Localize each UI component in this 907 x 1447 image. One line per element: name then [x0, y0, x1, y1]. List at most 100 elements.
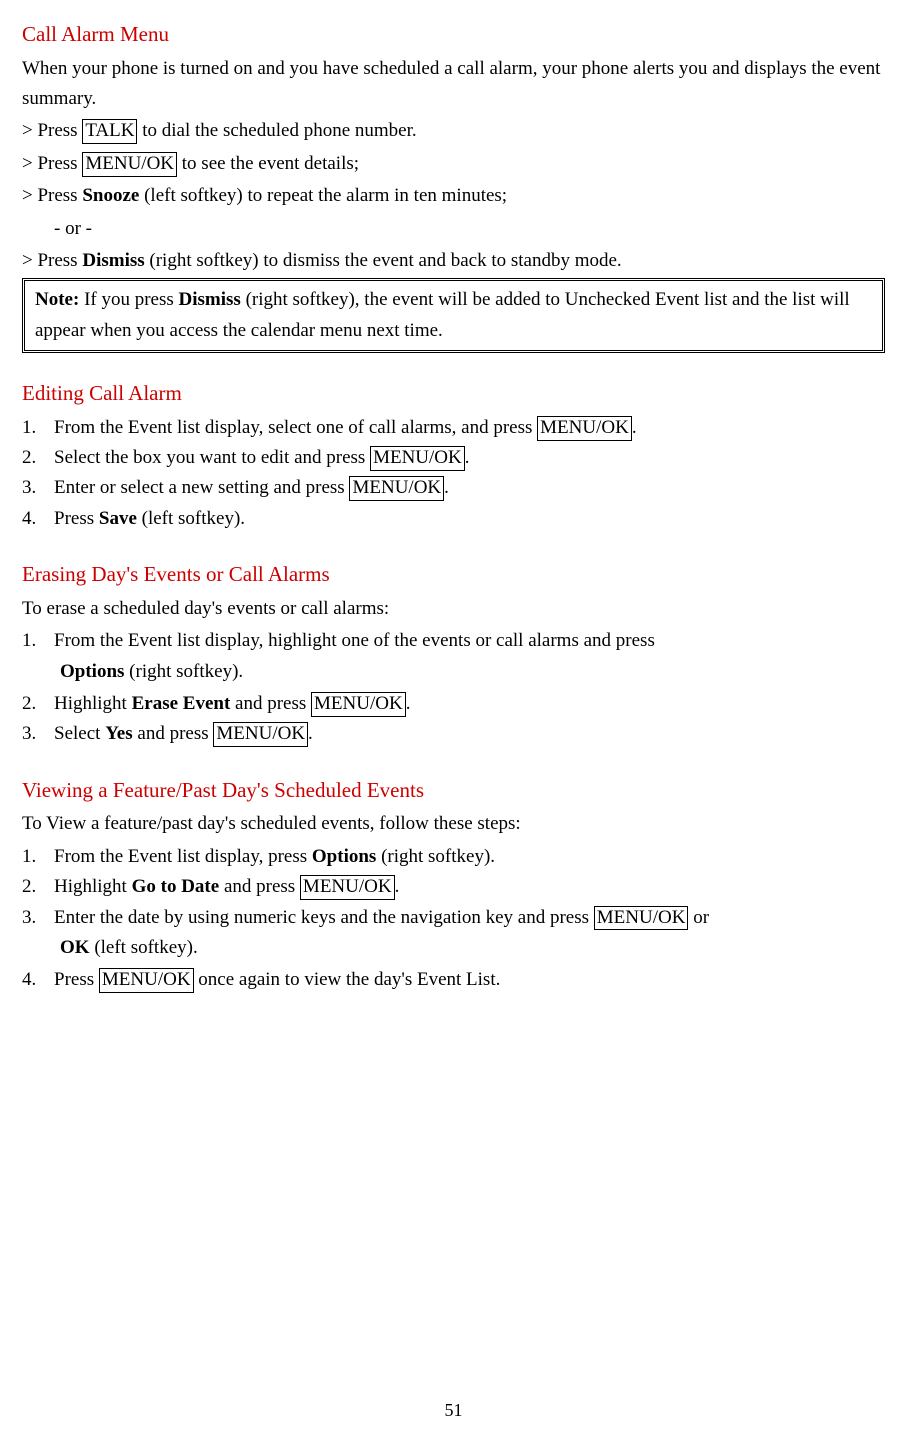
- text: .: [406, 693, 411, 714]
- list-item: 3. Enter the date by using numeric keys …: [22, 903, 885, 933]
- list-item: 4. Press MENU/OK once again to view the …: [22, 965, 885, 995]
- intro-text: When your phone is turned on and you hav…: [22, 54, 885, 115]
- intro-text: To View a feature/past day's scheduled e…: [22, 809, 885, 839]
- text: > Press: [22, 120, 82, 141]
- list-content: From the Event list display, select one …: [54, 413, 885, 443]
- instruction-line: > Press Dismiss (right softkey) to dismi…: [22, 246, 885, 276]
- softkey-dismiss: Dismiss: [179, 289, 241, 310]
- text: > Press: [22, 185, 82, 206]
- key-talk: TALK: [82, 119, 137, 144]
- text: Press: [54, 969, 99, 990]
- text: If you press: [79, 289, 178, 310]
- key-menuok: MENU/OK: [82, 152, 177, 177]
- list-content: Enter or select a new setting and press …: [54, 473, 885, 503]
- list-num: 2.: [22, 872, 54, 902]
- note-label: Note:: [35, 289, 79, 310]
- list-content: Enter the date by using numeric keys and…: [54, 903, 885, 933]
- key-menuok: MENU/OK: [594, 906, 689, 931]
- text: Enter or select a new setting and press: [54, 477, 349, 498]
- text: and press: [219, 876, 300, 897]
- text: Enter the date by using numeric keys and…: [54, 907, 594, 928]
- option-yes: Yes: [105, 723, 132, 744]
- text: (right softkey) to dismiss the event and…: [145, 250, 622, 271]
- text: .: [632, 417, 637, 438]
- list-num: 2.: [22, 689, 54, 719]
- text: and press: [230, 693, 311, 714]
- softkey-snooze: Snooze: [82, 185, 139, 206]
- key-menuok: MENU/OK: [349, 476, 444, 501]
- instruction-line: > Press TALK to dial the scheduled phone…: [22, 116, 885, 146]
- softkey-dismiss: Dismiss: [82, 250, 144, 271]
- key-menuok: MENU/OK: [99, 968, 194, 993]
- text: Select: [54, 723, 105, 744]
- text: .: [308, 723, 313, 744]
- heading-viewing-feature-past: Viewing a Feature/Past Day's Scheduled E…: [22, 774, 885, 808]
- list-content: From the Event list display, press Optio…: [54, 842, 885, 872]
- list-item: 3. Enter or select a new setting and pre…: [22, 473, 885, 503]
- list-num: 4.: [22, 504, 54, 534]
- list-content: Press Save (left softkey).: [54, 504, 885, 534]
- softkey-options: Options: [60, 661, 124, 682]
- key-menuok: MENU/OK: [300, 875, 395, 900]
- list-continuation: Options (right softkey).: [22, 657, 885, 687]
- text: or: [688, 907, 709, 928]
- list-item: 2. Highlight Go to Date and press MENU/O…: [22, 872, 885, 902]
- key-menuok: MENU/OK: [213, 722, 308, 747]
- text: .: [395, 876, 400, 897]
- text: (right softkey).: [376, 846, 495, 867]
- list-num: 2.: [22, 443, 54, 473]
- key-menuok: MENU/OK: [311, 692, 406, 717]
- list-num: 1.: [22, 842, 54, 872]
- text: > Press: [22, 153, 82, 174]
- heading-editing-call-alarm: Editing Call Alarm: [22, 377, 885, 411]
- text: once again to view the day's Event List.: [194, 969, 501, 990]
- list-item: 1. From the Event list display, highligh…: [22, 626, 885, 656]
- list-num: 3.: [22, 719, 54, 749]
- text: to dial the scheduled phone number.: [137, 120, 416, 141]
- list-item: 1. From the Event list display, select o…: [22, 413, 885, 443]
- page-number: 51: [22, 1396, 885, 1425]
- list-content: From the Event list display, highlight o…: [54, 626, 885, 656]
- menu-erase-event: Erase Event: [132, 693, 231, 714]
- key-menuok: MENU/OK: [370, 446, 465, 471]
- list-item: 4. Press Save (left softkey).: [22, 504, 885, 534]
- note-box: Note: If you press Dismiss (right softke…: [22, 278, 885, 353]
- softkey-save: Save: [99, 508, 137, 529]
- instruction-line: > Press Snooze (left softkey) to repeat …: [22, 181, 885, 211]
- list-item: 3. Select Yes and press MENU/OK.: [22, 719, 885, 749]
- heading-erasing-days-events: Erasing Day's Events or Call Alarms: [22, 558, 885, 592]
- list-num: 1.: [22, 626, 54, 656]
- text: (left softkey).: [137, 508, 245, 529]
- text: From the Event list display, press: [54, 846, 312, 867]
- key-menuok: MENU/OK: [537, 416, 632, 441]
- list-num: 3.: [22, 903, 54, 933]
- list-item: 2. Highlight Erase Event and press MENU/…: [22, 689, 885, 719]
- list-item: 1. From the Event list display, press Op…: [22, 842, 885, 872]
- list-content: Press MENU/OK once again to view the day…: [54, 965, 885, 995]
- or-text: - or -: [22, 214, 885, 244]
- text: Highlight: [54, 876, 132, 897]
- softkey-options: Options: [312, 846, 376, 867]
- text: .: [444, 477, 449, 498]
- text: .: [465, 447, 470, 468]
- text: (left softkey).: [90, 937, 198, 958]
- text: to see the event details;: [177, 153, 359, 174]
- text: (right softkey).: [124, 661, 243, 682]
- text: Select the box you want to edit and pres…: [54, 447, 370, 468]
- text: From the Event list display, select one …: [54, 417, 537, 438]
- menu-go-to-date: Go to Date: [132, 876, 220, 897]
- list-content: Select the box you want to edit and pres…: [54, 443, 885, 473]
- intro-text: To erase a scheduled day's events or cal…: [22, 594, 885, 624]
- list-item: 2. Select the box you want to edit and p…: [22, 443, 885, 473]
- list-content: Highlight Go to Date and press MENU/OK.: [54, 872, 885, 902]
- list-content: Highlight Erase Event and press MENU/OK.: [54, 689, 885, 719]
- text: and press: [133, 723, 214, 744]
- heading-call-alarm-menu: Call Alarm Menu: [22, 18, 885, 52]
- text: Press: [54, 508, 99, 529]
- list-num: 3.: [22, 473, 54, 503]
- list-continuation: OK (left softkey).: [22, 933, 885, 963]
- softkey-ok: OK: [60, 937, 90, 958]
- text: (left softkey) to repeat the alarm in te…: [139, 185, 507, 206]
- text: Highlight: [54, 693, 132, 714]
- list-num: 4.: [22, 965, 54, 995]
